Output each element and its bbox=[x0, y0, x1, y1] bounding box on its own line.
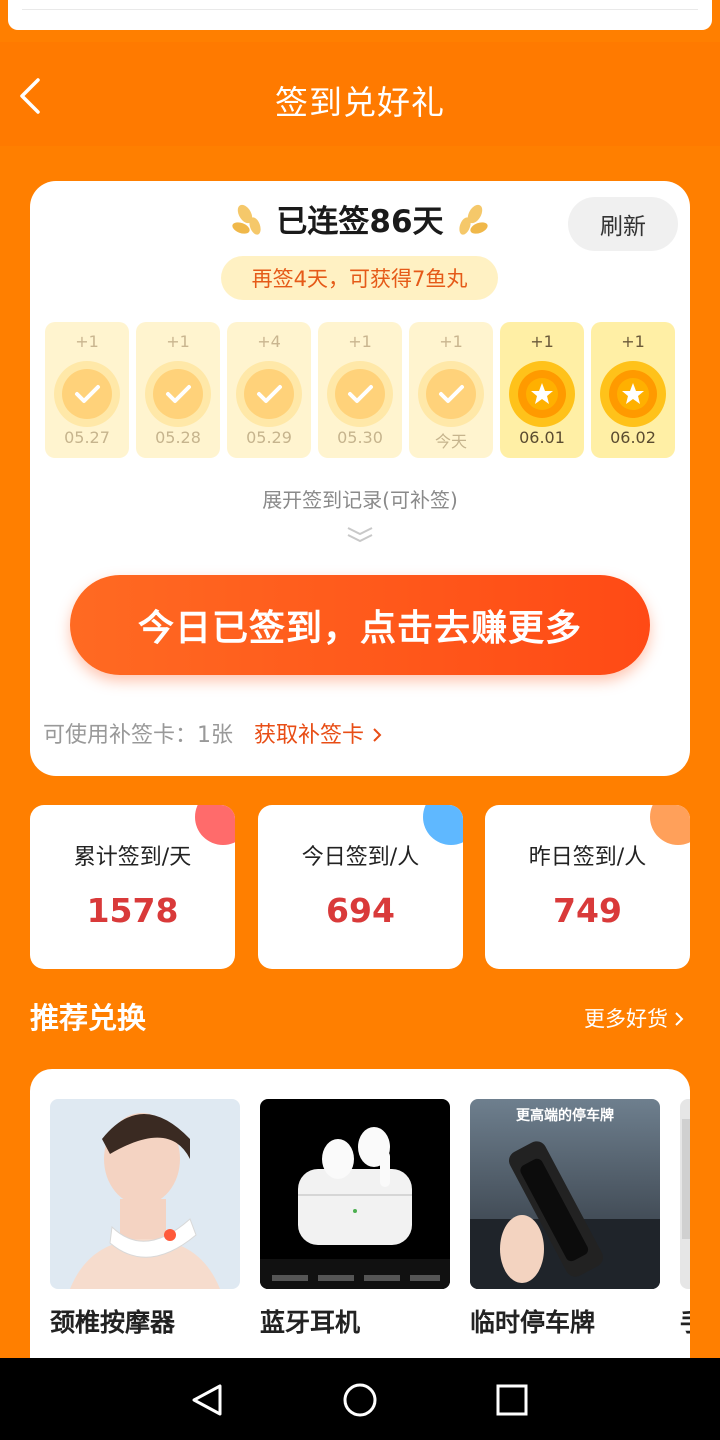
day-item: +4 05.29 bbox=[227, 322, 311, 458]
makeup-card-count: 可使用补签卡：1张 bbox=[43, 723, 233, 748]
refresh-button[interactable]: 刷新 bbox=[568, 197, 678, 251]
stat-value: 1578 bbox=[86, 891, 179, 930]
day-date: 06.02 bbox=[610, 428, 656, 447]
day-points: +1 bbox=[75, 332, 99, 351]
header: 签到兑好礼 bbox=[0, 42, 720, 146]
chevron-right-icon bbox=[373, 728, 382, 742]
stat-value: 694 bbox=[326, 891, 395, 930]
expand-record-link[interactable]: 展开签到记录(可补签) bbox=[30, 484, 690, 513]
stat-today-checkins: 今日签到/人 694 bbox=[258, 805, 463, 969]
day-points: +4 bbox=[257, 332, 281, 351]
product-image-earbuds bbox=[260, 1099, 450, 1289]
product-list: 颈椎按摩器 蓝牙耳机 更高端的停车牌 临时停车牌 bbox=[30, 1069, 690, 1369]
bonus-hint: 再签4天，可获得7鱼丸 bbox=[221, 256, 498, 300]
product-card[interactable]: 更高端的停车牌 临时停车牌 bbox=[470, 1099, 660, 1339]
check-coin-icon bbox=[145, 361, 211, 427]
star-coin-icon bbox=[600, 361, 666, 427]
product-image-caption: 更高端的停车牌 bbox=[516, 1108, 614, 1124]
back-button[interactable] bbox=[14, 76, 50, 116]
day-date: 05.27 bbox=[64, 428, 110, 447]
day-item: +1 05.27 bbox=[45, 322, 129, 458]
chevron-right-icon bbox=[675, 1012, 684, 1026]
streak-title: 已连签86天 bbox=[276, 204, 444, 240]
day-item-today: +1 今天 bbox=[409, 322, 493, 458]
day-item: +1 06.02 bbox=[591, 322, 675, 458]
makeup-card-row: 可使用补签卡：1张 获取补签卡 bbox=[43, 717, 384, 749]
product-image-parking-sign: 更高端的停车牌 bbox=[470, 1099, 660, 1289]
product-card[interactable]: 颈椎按摩器 bbox=[50, 1099, 240, 1339]
check-coin-icon bbox=[418, 361, 484, 427]
earn-more-button[interactable]: 今日已签到，点击去赚更多 bbox=[70, 575, 650, 675]
laurel-left-icon bbox=[232, 204, 261, 235]
day-list: +1 05.27 +1 05.28 +4 05.29 +1 05.30 +1 今… bbox=[45, 322, 675, 459]
product-image-partial bbox=[680, 1099, 690, 1289]
product-card-partial[interactable]: 手 bbox=[680, 1099, 690, 1339]
product-name: 手 bbox=[680, 1303, 690, 1339]
stat-total-checkins: 累计签到/天 1578 bbox=[30, 805, 235, 969]
day-points: +1 bbox=[166, 332, 190, 351]
product-name: 蓝牙耳机 bbox=[260, 1308, 361, 1337]
system-nav-bar bbox=[0, 1358, 720, 1440]
day-points: +1 bbox=[530, 332, 554, 351]
day-points: +1 bbox=[439, 332, 463, 351]
stat-label: 昨日签到/人 bbox=[528, 845, 647, 870]
star-coin-icon bbox=[509, 361, 575, 427]
nav-back-icon[interactable] bbox=[188, 1380, 228, 1420]
product-name: 临时停车牌 bbox=[470, 1308, 596, 1337]
day-date: 今天 bbox=[434, 432, 467, 451]
day-date: 06.01 bbox=[519, 428, 565, 447]
more-goods-link[interactable]: 更多好货 bbox=[584, 1003, 686, 1033]
checkin-card: 已连签86天 刷新 再签4天，可获得7鱼丸 +1 05.27 +1 05.28 bbox=[30, 181, 690, 776]
recommend-title: 推荐兑换 bbox=[30, 1001, 147, 1035]
stat-value: 749 bbox=[553, 891, 622, 930]
laurel-right-icon bbox=[459, 204, 488, 235]
more-goods-label: 更多好货 bbox=[584, 1007, 668, 1031]
nav-recents-icon[interactable] bbox=[492, 1380, 532, 1420]
back-arrow-icon bbox=[20, 78, 40, 114]
product-name: 颈椎按摩器 bbox=[50, 1308, 176, 1337]
stat-label: 今日签到/人 bbox=[301, 845, 420, 870]
day-item: +1 05.30 bbox=[318, 322, 402, 458]
double-chevron-down-icon[interactable] bbox=[345, 525, 375, 545]
get-makeup-card-link[interactable]: 获取补签卡 bbox=[254, 723, 384, 748]
check-coin-icon bbox=[54, 361, 120, 427]
stat-label: 累计签到/天 bbox=[73, 845, 192, 870]
day-points: +1 bbox=[348, 332, 372, 351]
stat-yesterday-checkins: 昨日签到/人 749 bbox=[485, 805, 690, 969]
day-date: 05.28 bbox=[155, 428, 201, 447]
day-item: +1 06.01 bbox=[500, 322, 584, 458]
get-makeup-card-label: 获取补签卡 bbox=[254, 723, 365, 748]
product-card[interactable]: 蓝牙耳机 bbox=[260, 1099, 450, 1339]
product-image-neck-massager bbox=[50, 1099, 240, 1289]
day-item: +1 05.28 bbox=[136, 322, 220, 458]
top-card-edge bbox=[8, 0, 712, 30]
day-date: 05.29 bbox=[246, 428, 292, 447]
page-title: 签到兑好礼 bbox=[275, 83, 445, 122]
day-points: +1 bbox=[621, 332, 645, 351]
check-coin-icon bbox=[236, 361, 302, 427]
check-coin-icon bbox=[327, 361, 393, 427]
nav-home-icon[interactable] bbox=[340, 1380, 380, 1420]
day-date: 05.30 bbox=[337, 428, 383, 447]
